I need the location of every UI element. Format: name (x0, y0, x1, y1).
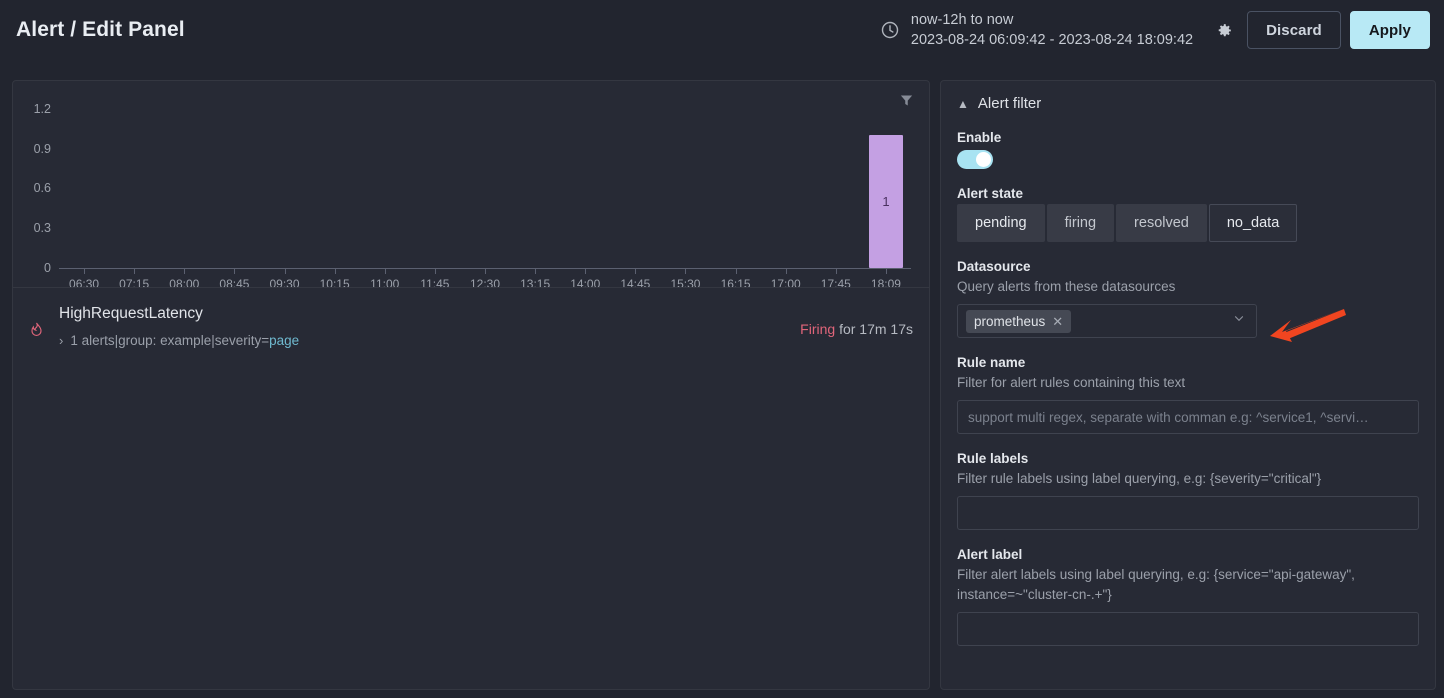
alert-duration-text: for 17m 17s (839, 321, 913, 337)
section-title: Alert filter (977, 95, 1042, 112)
time-range-absolute: 2023-08-24 06:09:42 - 2023-08-24 18:09:4… (910, 32, 1194, 48)
chart-x-tick-mark (485, 269, 486, 274)
chart-y-tick-label: 0.6 (33, 181, 51, 196)
alert-state-field: Alert state pending firing resolved no_d… (957, 186, 1419, 242)
chart-x-tick-mark (284, 269, 286, 274)
alert-count: 1 alerts (70, 333, 115, 349)
alert-label-input[interactable] (957, 611, 1419, 646)
rule-labels-label: Rule labels (957, 451, 1029, 467)
chart-x-tick-mark (735, 269, 737, 274)
alert-label-label: Alert label (957, 547, 1023, 563)
alert-state-label: Alert state (957, 186, 1024, 201)
chevron-down-icon[interactable] (1232, 312, 1246, 331)
discard-button[interactable]: Discard (1247, 11, 1341, 49)
alert-meta-row[interactable]: › 1 alerts | group: example | severity= … (59, 333, 800, 348)
chart-plot-area: 1 (59, 89, 911, 269)
chart-x-tick-mark (134, 269, 136, 274)
chart-y-tick-label: 0 (44, 261, 51, 275)
enable-label: Enable (957, 130, 1002, 145)
chart-x-tick-mark (585, 269, 587, 274)
alert-label-field: Alert label Filter alert labels using la… (957, 547, 1419, 646)
chart-x-tick-mark (835, 269, 837, 274)
chart-x-tick-mark (535, 269, 537, 274)
alert-state-text: Firing (800, 321, 836, 337)
clock-icon (880, 20, 900, 40)
chevron-up-icon[interactable]: ▲ (957, 98, 969, 110)
chart-y-axis: 1.2 0.9 0.6 0.3 0 (13, 89, 59, 277)
chart-bar-value-label: 1 (882, 194, 890, 210)
flame-icon-wrap (29, 302, 59, 343)
alert-severity-key: severity= (214, 333, 270, 349)
chart-x-tick-mark (384, 269, 386, 274)
alert-details: HighRequestLatency › 1 alerts | group: e… (59, 302, 800, 348)
chart-bar[interactable]: 1 (868, 135, 903, 268)
flame-icon (29, 322, 44, 342)
rule-name-input[interactable] (957, 400, 1419, 435)
header-bar: Alert / Edit Panel now-12h to now 2023-0… (0, 0, 1444, 62)
rule-name-field: Rule name Filter for alert rules contain… (957, 355, 1419, 435)
chart-x-tick-mark (685, 269, 687, 274)
rule-labels-input[interactable] (957, 496, 1419, 531)
alert-group: group: example (118, 333, 212, 349)
rule-name-description: Filter for alert rules containing this t… (957, 375, 1186, 391)
close-icon[interactable]: ✕ (1052, 315, 1063, 328)
header-actions: now-12h to now 2023-08-24 06:09:42 - 202… (880, 10, 1430, 50)
chart-x-tick-mark (434, 269, 436, 274)
chart-y-tick-label: 0.3 (33, 221, 51, 236)
alert-history-chart: 1.2 0.9 0.6 0.3 0 1 06:30 07:15 08:00 08:45 09:3… (13, 81, 929, 291)
chip-label: prometheus (974, 313, 1046, 329)
rule-name-label: Rule name (957, 355, 1026, 371)
chart-x-tick-mark (885, 269, 887, 274)
alert-label-description: Filter alert labels using label querying… (957, 567, 1355, 602)
alert-filter-section-header[interactable]: ▲ Alert filter (957, 95, 1419, 112)
chart-x-tick-mark (184, 269, 186, 274)
chart-y-tick-label: 0.9 (33, 141, 51, 156)
enable-toggle[interactable] (957, 150, 993, 169)
alert-severity-value: page (269, 333, 300, 349)
chart-x-tick-mark (84, 269, 86, 274)
alert-rule-name[interactable]: HighRequestLatency (59, 302, 800, 325)
chart-y-tick-label: 1.2 (33, 101, 51, 116)
alert-list-item: HighRequestLatency › 1 alerts | group: e… (13, 288, 929, 358)
rule-labels-field: Rule labels Filter rule labels using lab… (957, 451, 1419, 531)
apply-button[interactable]: Apply (1349, 11, 1430, 49)
chart-x-tick-mark (234, 269, 236, 274)
enable-field: Enable (957, 130, 1419, 169)
datasource-label: Datasource (957, 259, 1031, 274)
alert-state-radio-group: pending firing resolved no_data (957, 204, 1419, 242)
datasource-description: Query alerts from these datasources (957, 279, 1176, 294)
chart-x-tick-mark (334, 269, 336, 274)
alert-state-option-firing[interactable]: firing (1046, 204, 1115, 242)
status-badge: Firing for 17m 17s (800, 302, 913, 337)
app-root: Alert / Edit Panel now-12h to now 2023-0… (0, 0, 1444, 698)
datasource-select[interactable]: prometheus ✕ (957, 304, 1257, 339)
toggle-knob (976, 152, 991, 167)
chart-x-tick-mark (785, 269, 787, 274)
page-title: Alert / Edit Panel (16, 18, 185, 41)
alert-state-option-resolved[interactable]: resolved (1116, 204, 1207, 242)
alert-state-option-no-data[interactable]: no_data (1208, 204, 1298, 242)
time-range-picker[interactable]: now-12h to now 2023-08-24 06:09:42 - 202… (880, 10, 1207, 50)
rule-labels-description: Filter rule labels using label querying,… (957, 471, 1322, 487)
time-range-relative: now-12h to now (910, 12, 1014, 28)
datasource-chip-prometheus[interactable]: prometheus ✕ (966, 309, 1072, 333)
alert-filter-options-panel: ▲ Alert filter Enable Alert state pendin… (940, 80, 1436, 690)
gear-icon[interactable] (1207, 13, 1241, 47)
chart-x-tick-mark (635, 269, 637, 274)
chevron-right-icon[interactable]: › (59, 333, 63, 348)
alert-list-panel: 1.2 0.9 0.6 0.3 0 1 06:30 07:15 08:00 08:45 09:3… (12, 80, 930, 690)
alert-state-option-pending[interactable]: pending (957, 204, 1045, 242)
datasource-field: Datasource Query alerts from these datas… (957, 259, 1419, 339)
